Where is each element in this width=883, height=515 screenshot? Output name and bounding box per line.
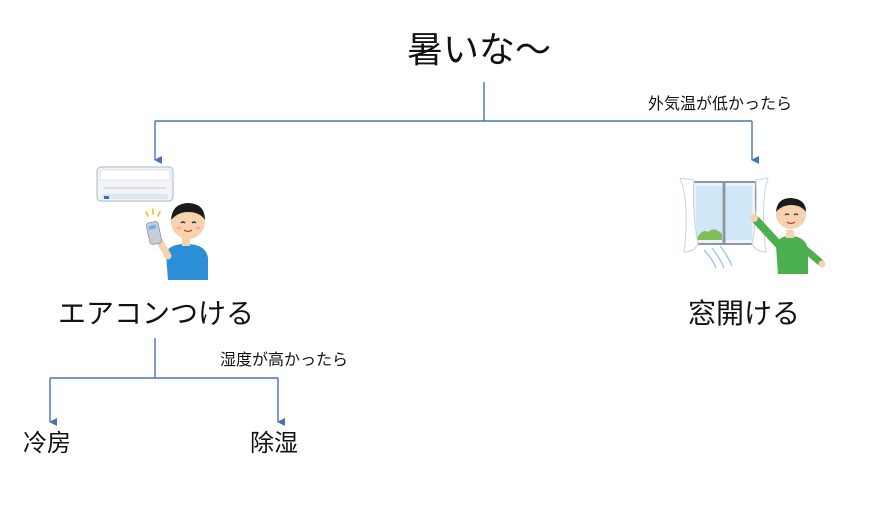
window-node-label: 窓開ける	[688, 297, 801, 330]
condition-outside-temp-label: 外気温が低かったら	[648, 94, 793, 113]
remote-control-person-icon	[145, 203, 208, 280]
aircon-node-label: エアコンつける	[58, 297, 255, 330]
cooling-node-label: 冷房	[23, 429, 71, 457]
condition-humidity-label: 湿度が高かったら	[220, 350, 349, 369]
dehumidify-node-label: 除湿	[250, 429, 298, 457]
root-node-label: 暑いな〜	[407, 30, 552, 71]
window-opening-person-icon	[750, 198, 826, 274]
